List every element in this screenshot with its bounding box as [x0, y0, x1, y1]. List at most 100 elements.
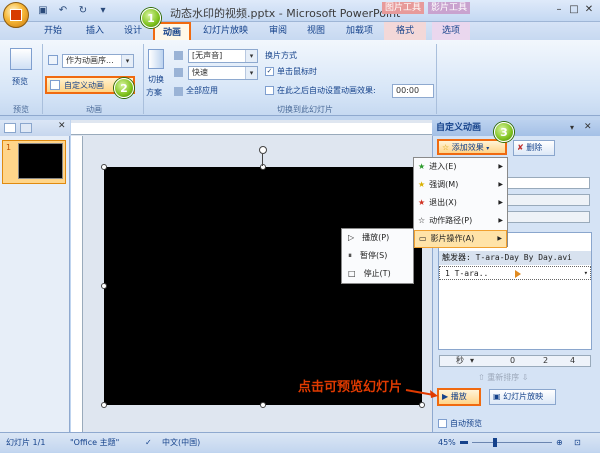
resize-handle[interactable] — [260, 164, 266, 170]
resize-handle[interactable] — [101, 402, 107, 408]
minimize-icon[interactable]: – — [552, 3, 566, 17]
menu-item-play[interactable]: ▷ 播放(P) — [342, 229, 413, 247]
tab-review[interactable]: 审阅 — [263, 22, 293, 40]
tab-slideshow[interactable]: 幻灯片放映 — [197, 22, 254, 40]
office-button[interactable] — [3, 2, 29, 28]
step-marker-1: 1 — [141, 8, 161, 28]
resize-handle[interactable] — [260, 402, 266, 408]
video-object[interactable] — [104, 167, 422, 405]
close-icon[interactable]: ✕ — [58, 121, 66, 131]
zoom-slider[interactable] — [472, 442, 552, 443]
scale-2: 2 — [543, 356, 549, 365]
slides-tab-icon[interactable] — [4, 123, 16, 133]
outline-tab-icon[interactable] — [20, 123, 32, 133]
move-up-icon[interactable]: ⇧ — [478, 373, 485, 382]
menu-item-emphasis[interactable]: ★ 强调(M) ▶ — [414, 176, 507, 194]
status-bar: 幻灯片 1/1 "Office 主题" ✓ 中文(中国) 45% ⊕ ⊡ — [0, 432, 600, 452]
chevron-down-icon[interactable]: ▾ — [584, 267, 588, 280]
rotate-handle[interactable] — [259, 146, 267, 154]
start-dropdown[interactable] — [505, 177, 590, 189]
menu-item-movie-actions[interactable]: ▭ 影片操作(A) ▶ — [414, 230, 507, 248]
close-icon[interactable]: ✕ — [584, 122, 592, 132]
pane-options-icon[interactable]: ▾ — [570, 123, 574, 132]
chevron-right-icon: ▶ — [497, 235, 502, 242]
sound-icon — [174, 51, 183, 60]
resize-handle[interactable] — [101, 283, 107, 289]
tab-options[interactable]: 选项 — [432, 22, 470, 40]
save-icon[interactable]: ▣ — [36, 4, 50, 18]
preview-annotation: 点击可预览幻灯片 — [298, 380, 403, 395]
scale-0: 0 — [510, 356, 516, 365]
video-tools-group: 影片工具 — [428, 2, 470, 14]
menu-item-motion-path[interactable]: ☆ 动作路径(P) ▶ — [414, 212, 507, 230]
slide-count: 幻灯片 1/1 — [6, 438, 46, 447]
auto-after-checkbox[interactable] — [265, 86, 274, 95]
menu-item-stop[interactable]: □ 停止(T) — [342, 265, 413, 283]
annotation-arrow-icon — [405, 389, 438, 398]
menu-item-exit[interactable]: ★ 退出(X) ▶ — [414, 194, 507, 212]
animation-list[interactable] — [438, 232, 592, 350]
autopreview-option[interactable]: 自动预览 — [438, 418, 482, 430]
reorder-label: 重新排序 — [487, 373, 520, 382]
undo-icon[interactable]: ↶ — [56, 4, 70, 18]
animate-icon — [48, 55, 58, 65]
fit-window-icon[interactable]: ⊡ — [574, 433, 581, 453]
sound-dropdown[interactable]: [无声音] ▾ — [188, 49, 258, 63]
preview-icon[interactable] — [10, 48, 32, 70]
spellcheck-icon[interactable]: ✓ — [145, 433, 152, 453]
speed-icon — [174, 68, 183, 77]
resize-handle[interactable] — [419, 402, 425, 408]
add-effect-button[interactable]: ☆ 添加效果 ▾ — [437, 139, 507, 155]
tab-view[interactable]: 视图 — [301, 22, 331, 40]
pause-icon: ⏸ — [348, 251, 352, 260]
vertical-ruler — [71, 136, 83, 432]
preview-button[interactable]: 预览 — [12, 76, 28, 88]
tab-format[interactable]: 格式 — [384, 22, 426, 40]
zoom-thumb[interactable] — [493, 438, 497, 447]
time-spinner[interactable]: 00:00 — [392, 84, 434, 98]
speed-dropdown[interactable]: 快速 ▾ — [188, 66, 258, 80]
menu-item-pause[interactable]: ⏸ 暂停(S) — [342, 247, 413, 265]
zoom-level[interactable]: 45% — [438, 433, 456, 453]
emphasis-label: 强调(M) — [429, 180, 459, 189]
tab-animation[interactable]: 动画 — [153, 22, 191, 41]
transition-scheme-icon[interactable] — [148, 49, 164, 69]
stop-icon: □ — [348, 269, 356, 278]
animate-dropdown[interactable]: 作为动画序... ▾ — [62, 54, 134, 68]
auto-after-option[interactable]: 在此之后自动设置动画效果: — [265, 85, 376, 97]
play-button[interactable]: ▶ 播放 — [437, 388, 481, 406]
resize-handle[interactable] — [101, 164, 107, 170]
menu-item-entrance[interactable]: ★ 进入(E) ▶ — [414, 158, 507, 176]
zoom-in-icon[interactable]: ⊕ — [556, 433, 563, 453]
remove-label: 删除 — [526, 143, 543, 152]
slide-thumbnail[interactable] — [18, 143, 63, 179]
autopreview-checkbox[interactable] — [438, 419, 447, 428]
move-down-icon[interactable]: ⇩ — [522, 373, 529, 382]
zoom-out-icon[interactable] — [460, 441, 468, 444]
on-click-checkbox[interactable]: ✓ — [265, 67, 274, 76]
chevron-down-icon[interactable]: ▾ — [470, 356, 474, 366]
remove-button[interactable]: ✘ 删除 — [513, 140, 555, 156]
seconds-label[interactable]: 秒 — [456, 356, 464, 366]
tab-addins[interactable]: 加载项 — [340, 22, 379, 40]
redo-icon[interactable]: ↻ — [76, 4, 90, 18]
chevron-down-icon: ▾ — [245, 50, 257, 62]
switch-label[interactable]: 切换 — [148, 74, 164, 86]
on-click-option[interactable]: ✓ 单击鼠标时 — [265, 66, 317, 78]
tab-insert[interactable]: 插入 — [80, 22, 110, 40]
trigger-header: 触发器: T-ara-Day By Day.avi — [439, 251, 591, 265]
maximize-icon[interactable]: □ — [567, 3, 581, 17]
thumbnail-number: 1 — [6, 143, 12, 152]
scheme-label[interactable]: 方案 — [146, 87, 162, 99]
close-icon[interactable]: ✕ — [582, 3, 596, 17]
window-title: 动态水印的视频.pptx - Microsoft PowerPoint — [170, 7, 401, 20]
property-dropdown[interactable] — [505, 194, 590, 206]
tab-home[interactable]: 开始 — [38, 22, 68, 40]
apply-all-button[interactable]: 全部应用 — [186, 85, 218, 97]
animation-item[interactable]: 1 T-ara.. ▾ — [439, 266, 591, 280]
chevron-right-icon: ▶ — [498, 181, 503, 188]
qat-dropdown-icon[interactable]: ▾ — [96, 4, 110, 18]
speed-dropdown-pane[interactable] — [505, 211, 590, 223]
transition-group-label: 切换到此幻灯片 — [277, 105, 333, 114]
slideshow-button[interactable]: ▣ 幻灯片放映 — [489, 389, 556, 405]
